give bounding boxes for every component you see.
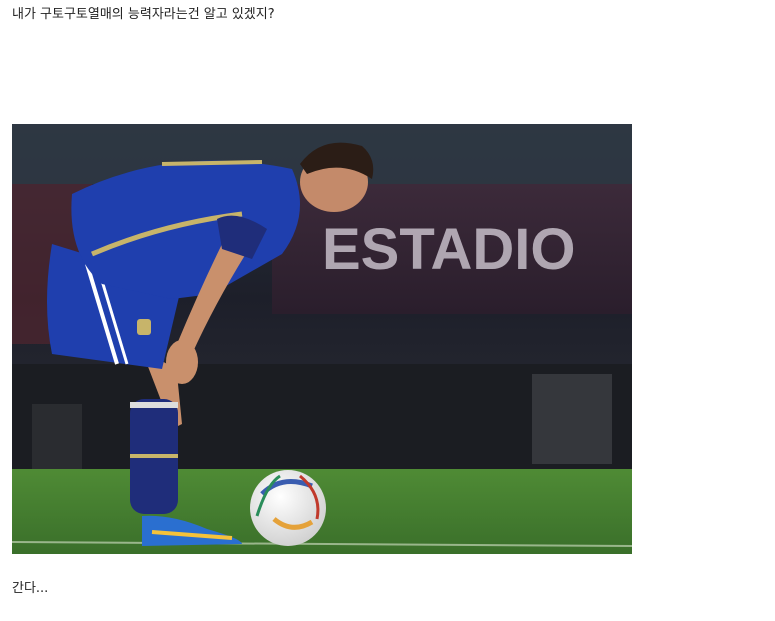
stadium-banner-text: ESTADIO (322, 217, 576, 282)
post-photo: ESTADIO (12, 124, 632, 554)
post-text-line-1: 내가 구토구토열매의 능력자라는건 알고 있겠지? (12, 7, 275, 22)
post-text-line-2: 간다... (12, 581, 49, 596)
